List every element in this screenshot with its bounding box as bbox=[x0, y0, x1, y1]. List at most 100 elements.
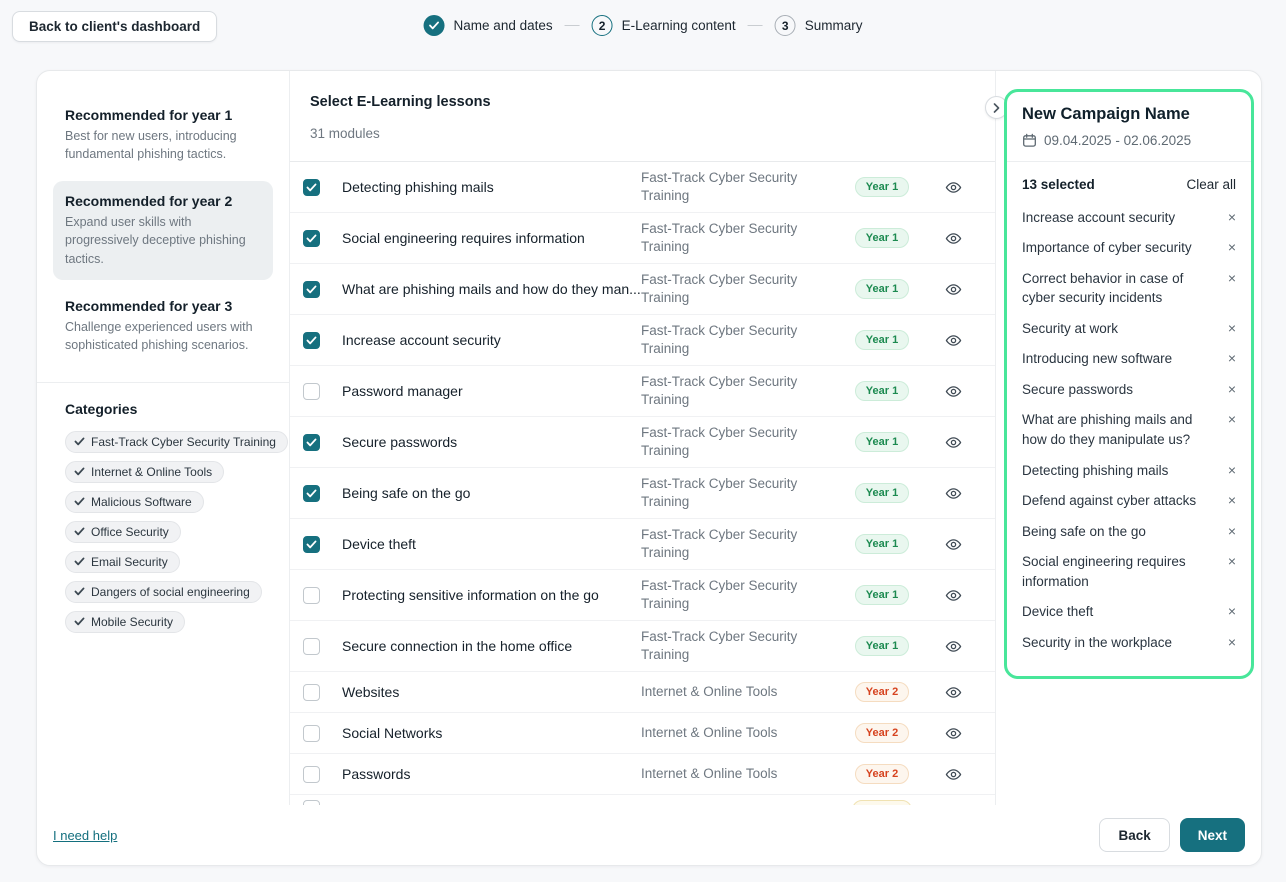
eye-icon bbox=[945, 434, 962, 451]
category-chip[interactable]: Office Security bbox=[65, 521, 181, 543]
preview-lesson-button[interactable] bbox=[925, 536, 981, 553]
lesson-checkbox[interactable] bbox=[303, 179, 320, 196]
remove-lesson-button[interactable]: × bbox=[1228, 380, 1236, 398]
preview-lesson-button[interactable] bbox=[925, 638, 981, 655]
selected-lesson-item: Security in the workplace× bbox=[1022, 627, 1236, 658]
remove-lesson-button[interactable]: × bbox=[1228, 319, 1236, 337]
step-label: Name and dates bbox=[454, 18, 553, 33]
year-badge: Year 2 bbox=[855, 723, 909, 743]
preview-lesson-button[interactable] bbox=[925, 684, 981, 701]
check-icon bbox=[74, 617, 85, 626]
selected-count: 13 selected bbox=[1022, 177, 1095, 192]
eye-icon bbox=[945, 725, 962, 742]
preview-lesson-button[interactable] bbox=[925, 179, 981, 196]
category-chip[interactable]: Internet & Online Tools bbox=[65, 461, 224, 483]
category-chip[interactable]: Fast-Track Cyber Security Training bbox=[65, 431, 288, 453]
back-to-dashboard-button[interactable]: Back to client's dashboard bbox=[12, 11, 217, 42]
category-chip[interactable]: Dangers of social engineering bbox=[65, 581, 262, 603]
lesson-checkbox[interactable] bbox=[303, 485, 320, 502]
check-icon bbox=[74, 437, 85, 446]
lesson-list-panel: Select E-Learning lessons 31 modules Det… bbox=[290, 71, 996, 805]
step-name-and-dates[interactable]: Name and dates bbox=[424, 15, 553, 36]
selected-lesson-label: Security in the workplace bbox=[1022, 633, 1228, 653]
check-icon bbox=[306, 285, 317, 294]
lesson-name: Passwords bbox=[342, 766, 641, 782]
lesson-checkbox[interactable] bbox=[303, 684, 320, 701]
year-badge: Year 2 bbox=[855, 682, 909, 702]
clear-all-button[interactable]: Clear all bbox=[1186, 177, 1236, 192]
preview-lesson-button[interactable] bbox=[925, 725, 981, 742]
selected-lesson-item: Security at work× bbox=[1022, 313, 1236, 344]
lesson-checkbox[interactable] bbox=[303, 638, 320, 655]
remove-lesson-button[interactable]: × bbox=[1228, 522, 1236, 540]
panel-divider bbox=[1007, 161, 1251, 162]
lesson-checkbox[interactable] bbox=[303, 725, 320, 742]
year-badge: Year 1 bbox=[855, 432, 909, 452]
check-icon bbox=[306, 489, 317, 498]
selected-lesson-item: What are phishing mails and how do they … bbox=[1022, 405, 1236, 455]
remove-lesson-button[interactable]: × bbox=[1228, 552, 1236, 570]
lesson-checkbox[interactable] bbox=[303, 281, 320, 298]
preview-lesson-button[interactable] bbox=[925, 332, 981, 349]
remove-lesson-button[interactable]: × bbox=[1228, 491, 1236, 509]
eye-icon bbox=[945, 230, 962, 247]
preview-lesson-button[interactable] bbox=[925, 587, 981, 604]
lesson-checkbox[interactable] bbox=[303, 332, 320, 349]
year-badge: Year 1 bbox=[855, 279, 909, 299]
preview-lesson-button[interactable] bbox=[925, 766, 981, 783]
lesson-checkbox[interactable] bbox=[303, 587, 320, 604]
next-button[interactable]: Next bbox=[1180, 818, 1245, 852]
step-elearning-content[interactable]: 2 E-Learning content bbox=[592, 15, 736, 36]
remove-lesson-button[interactable]: × bbox=[1228, 238, 1236, 256]
category-chip-label: Mobile Security bbox=[91, 615, 173, 629]
category-chip[interactable]: Email Security bbox=[65, 551, 180, 573]
eye-icon bbox=[945, 179, 962, 196]
remove-lesson-button[interactable]: × bbox=[1228, 602, 1236, 620]
lesson-row: Social engineering requires informationF… bbox=[290, 213, 995, 264]
lesson-category: Fast-Track Cyber Security Training bbox=[641, 577, 839, 613]
preview-lesson-button[interactable] bbox=[925, 230, 981, 247]
eye-icon bbox=[945, 485, 962, 502]
step-summary[interactable]: 3 Summary bbox=[775, 15, 863, 36]
lesson-row: Increase account securityFast-Track Cybe… bbox=[290, 315, 995, 366]
help-link[interactable]: I need help bbox=[53, 828, 117, 843]
recommendation-title: Recommended for year 1 bbox=[65, 107, 261, 123]
remove-lesson-button[interactable]: × bbox=[1228, 461, 1236, 479]
selected-lesson-item: Increase account security× bbox=[1022, 202, 1236, 233]
recommendation-option[interactable]: Recommended for year 3Challenge experien… bbox=[53, 286, 273, 366]
preview-lesson-button[interactable] bbox=[925, 281, 981, 298]
lesson-category: Fast-Track Cyber Security Training bbox=[641, 628, 839, 664]
remove-lesson-button[interactable]: × bbox=[1228, 633, 1236, 651]
remove-lesson-button[interactable]: × bbox=[1228, 269, 1236, 287]
year-badge: Year 1 bbox=[855, 636, 909, 656]
recommendation-option[interactable]: Recommended for year 2Expand user skills… bbox=[53, 181, 273, 279]
lesson-checkbox[interactable] bbox=[303, 766, 320, 783]
lesson-checkbox[interactable] bbox=[303, 536, 320, 553]
lesson-checkbox[interactable] bbox=[303, 434, 320, 451]
remove-lesson-button[interactable]: × bbox=[1228, 349, 1236, 367]
eye-icon bbox=[945, 383, 962, 400]
step-label: Summary bbox=[805, 18, 863, 33]
category-chip-label: Fast-Track Cyber Security Training bbox=[91, 435, 276, 449]
chevron-right-icon bbox=[993, 103, 1000, 113]
lesson-row: Secure connection in the home officeFast… bbox=[290, 621, 995, 672]
selected-lesson-item: Defend against cyber attacks× bbox=[1022, 486, 1236, 517]
preview-lesson-button[interactable] bbox=[925, 383, 981, 400]
category-chip[interactable]: Mobile Security bbox=[65, 611, 185, 633]
check-icon bbox=[306, 234, 317, 243]
check-icon bbox=[429, 21, 440, 30]
lesson-checkbox[interactable] bbox=[303, 230, 320, 247]
lesson-name: Websites bbox=[342, 684, 641, 700]
category-chip[interactable]: Malicious Software bbox=[65, 491, 204, 513]
recommendation-option[interactable]: Recommended for year 1Best for new users… bbox=[53, 95, 273, 175]
step-upcoming-circle: 3 bbox=[775, 15, 796, 36]
back-button[interactable]: Back bbox=[1099, 818, 1169, 852]
preview-lesson-button[interactable] bbox=[925, 485, 981, 502]
remove-lesson-button[interactable]: × bbox=[1228, 208, 1236, 226]
lesson-checkbox[interactable] bbox=[303, 383, 320, 400]
remove-lesson-button[interactable]: × bbox=[1228, 410, 1236, 428]
selected-lesson-item: Correct behavior in case of cyber securi… bbox=[1022, 263, 1236, 313]
selected-lesson-label: What are phishing mails and how do they … bbox=[1022, 410, 1228, 449]
preview-lesson-button[interactable] bbox=[925, 434, 981, 451]
eye-icon bbox=[945, 536, 962, 553]
